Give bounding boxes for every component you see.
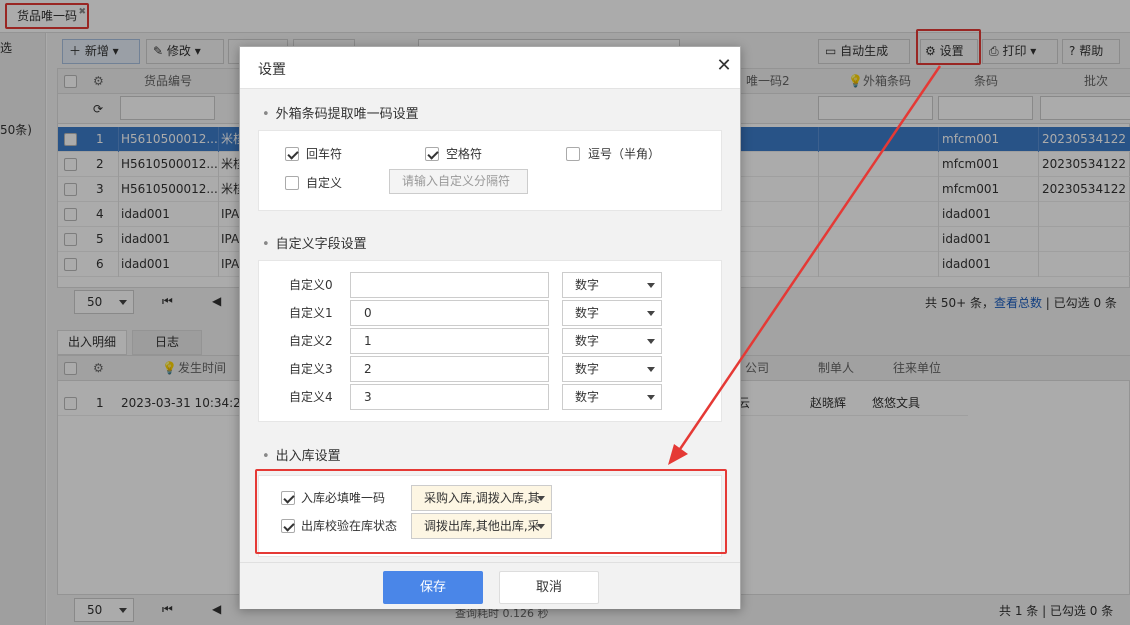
custom-field-label: 自定义0 <box>289 278 333 292</box>
section-outer-barcode-title: • 外箱条码提取唯一码设置 <box>262 107 419 122</box>
custom-field-input[interactable]: 2 <box>350 356 549 382</box>
section-inout-title: • 出入库设置 <box>262 449 341 464</box>
label-cr: 回车符 <box>306 147 343 161</box>
custom-field-label: 自定义3 <box>289 362 333 376</box>
custom-field-input[interactable] <box>350 272 549 298</box>
label-space: 空格符 <box>446 147 483 161</box>
custom-separator-input[interactable]: 请输入自定义分隔符 <box>389 169 528 194</box>
checkbox-space[interactable] <box>425 147 439 161</box>
custom-field-label: 自定义2 <box>289 334 333 348</box>
label-custom: 自定义 <box>306 176 343 190</box>
dialog-header: 设置 ✕ <box>240 47 740 89</box>
settings-dialog: 设置 ✕ • 外箱条码提取唯一码设置 回车符 空格符 逗号（半角） 自定义 请输入… <box>239 46 741 609</box>
checkbox-comma[interactable] <box>566 147 580 161</box>
label-comma: 逗号（半角） <box>588 147 661 161</box>
dialog-title: 设置 <box>258 62 286 78</box>
custom-field-label: 自定义4 <box>289 390 333 404</box>
cancel-button[interactable]: 取消 <box>499 571 599 604</box>
custom-field-type-select[interactable]: 数字 <box>562 272 662 298</box>
checkbox-cr[interactable] <box>285 147 299 161</box>
custom-field-input[interactable]: 3 <box>350 384 549 410</box>
checkbox-custom[interactable] <box>285 176 299 190</box>
custom-field-input[interactable]: 0 <box>350 300 549 326</box>
custom-field-label: 自定义1 <box>289 306 333 320</box>
close-icon[interactable]: ✕ <box>714 55 734 79</box>
custom-field-type-select[interactable]: 数字 <box>562 328 662 354</box>
dialog-footer: 保存 取消 <box>240 562 740 609</box>
custom-field-input[interactable]: 1 <box>350 328 549 354</box>
custom-field-type-select[interactable]: 数字 <box>562 356 662 382</box>
outer-barcode-panel: 回车符 空格符 逗号（半角） 自定义 请输入自定义分隔符 <box>258 130 722 211</box>
save-button[interactable]: 保存 <box>383 571 483 604</box>
custom-fields-panel: 自定义0 数字 自定义1 0 数字 自定义2 1 数字 自定义3 2 数字 自定义4 3 数字 <box>258 260 722 422</box>
section-custom-fields-title: • 自定义字段设置 <box>262 237 367 252</box>
custom-field-type-select[interactable]: 数字 <box>562 384 662 410</box>
custom-field-type-select[interactable]: 数字 <box>562 300 662 326</box>
inout-highlight <box>255 469 727 554</box>
